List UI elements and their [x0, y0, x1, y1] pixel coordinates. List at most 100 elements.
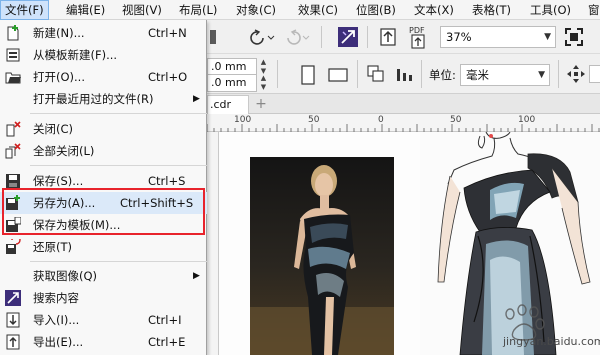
menu-effects[interactable]: 效果(C) — [294, 0, 342, 20]
close-all-icon — [5, 143, 21, 159]
full-screen-icon[interactable] — [563, 26, 585, 48]
menu-file[interactable]: 文件(F) — [0, 0, 49, 20]
nudge-field[interactable] — [589, 65, 600, 83]
menu-item-open-recent[interactable]: 打开最近用过的文件(R) ▶ — [0, 88, 207, 110]
watermark-text: jingyan.baidu.com — [503, 335, 600, 348]
menu-separator — [30, 165, 207, 166]
menu-item-new[interactable]: 新建(N)... Ctrl+N — [0, 22, 207, 44]
horizontal-ruler: 100 50 0 50 100 — [207, 114, 600, 132]
redo-icon[interactable] — [283, 26, 313, 48]
all-pages-icon[interactable] — [365, 63, 387, 85]
menu-item-label: 保存为模板(M)... — [33, 218, 121, 232]
menu-table[interactable]: 表格(T) — [468, 0, 515, 20]
menu-item-label: 关闭(C) — [33, 122, 74, 136]
nudge-distance-icon[interactable] — [565, 63, 587, 85]
search-content-icon — [5, 290, 21, 306]
menu-item-acquire-image[interactable]: 获取图像(Q) ▶ — [0, 265, 207, 287]
new-document-icon — [5, 25, 21, 41]
launcher-icon[interactable] — [337, 26, 359, 48]
menu-view[interactable]: 视图(V) — [118, 0, 166, 20]
save-as-icon — [5, 195, 21, 211]
close-document-icon — [5, 121, 21, 137]
import-icon[interactable] — [377, 26, 399, 48]
menu-item-save[interactable]: 保存(S)... Ctrl+S — [0, 170, 207, 192]
pdf-label: PDF — [409, 26, 425, 35]
menu-item-save-as-template[interactable]: 保存为模板(M)... — [0, 214, 207, 236]
toolbar-separator — [357, 60, 358, 88]
toolbar-overflow-icon[interactable] — [209, 26, 217, 48]
menu-item-shortcut: Ctrl+E — [148, 335, 186, 349]
menu-window[interactable]: 窗 — [584, 0, 600, 20]
toolbar-separator — [277, 60, 278, 88]
menu-item-close[interactable]: 关闭(C) — [0, 118, 207, 140]
submenu-arrow-icon: ▶ — [193, 271, 200, 281]
menu-item-close-all[interactable]: 全部关闭(L) — [0, 140, 207, 162]
zoom-level-combo[interactable]: 37% ▼ — [440, 26, 556, 48]
template-icon — [5, 47, 21, 63]
menu-item-label: 还原(T) — [33, 240, 72, 254]
menu-item-open[interactable]: 打开(O)... Ctrl+O — [0, 66, 207, 88]
ruler-label: 100 — [234, 115, 252, 125]
menu-item-label: 全部关闭(L) — [33, 144, 95, 158]
units-combo[interactable]: 毫米 ▼ — [460, 64, 550, 86]
save-icon — [5, 173, 21, 189]
ruler-label: 100 — [518, 115, 536, 125]
menu-separator — [30, 261, 207, 262]
portrait-icon[interactable] — [297, 64, 319, 86]
menu-edit[interactable]: 编辑(E) — [62, 0, 109, 20]
file-menu-dropdown: 新建(N)... Ctrl+N 从模板新建(F)... 打开(O)... Ctr… — [0, 20, 207, 355]
publish-pdf-icon[interactable]: PDF — [407, 23, 435, 51]
chevron-down-icon: ▼ — [538, 70, 545, 80]
ruler-label: 0 — [378, 115, 384, 125]
undo-icon[interactable] — [245, 26, 275, 48]
ruler-label: 50 — [308, 115, 320, 125]
units-value: 毫米 — [466, 68, 489, 82]
menu-item-shortcut: Ctrl+N — [148, 26, 187, 40]
menu-item-export[interactable]: 导出(E)... Ctrl+E — [0, 331, 207, 353]
zoom-level-value: 37% — [446, 30, 472, 44]
menu-item-shortcut: Ctrl+Shift+S — [120, 196, 194, 210]
menu-item-shortcut: Ctrl+O — [148, 70, 188, 84]
menu-separator — [30, 113, 207, 114]
document-tab-strip: .cdr + — [207, 94, 600, 114]
height-field[interactable]: .0 mm — [207, 74, 257, 92]
menu-item-new-from-template[interactable]: 从模板新建(F)... — [0, 44, 207, 66]
menu-item-label: 搜索内容 — [33, 291, 79, 305]
menu-item-label: 获取图像(Q) — [33, 269, 98, 283]
menu-item-label: 另存为(A)... — [33, 196, 96, 210]
toolbar-separator — [558, 60, 559, 88]
menu-layout[interactable]: 布局(L) — [175, 0, 221, 20]
add-tab-icon[interactable]: + — [253, 96, 269, 112]
save-template-icon — [5, 216, 22, 233]
height-spinner[interactable]: ▲ ▼ — [259, 74, 268, 92]
menu-item-label: 保存(S)... — [33, 174, 84, 188]
menu-item-label: 导出(E)... — [33, 335, 84, 349]
menu-item-revert[interactable]: 还原(T) — [0, 235, 207, 258]
menu-item-shortcut: Ctrl+S — [148, 174, 186, 188]
menu-bar: 文件(F) 编辑(E) 视图(V) 布局(L) 对象(C) 效果(C) 位图(B… — [0, 0, 600, 20]
menu-item-import[interactable]: 导入(I)... Ctrl+I — [0, 309, 207, 331]
menu-item-label: 导入(I)... — [33, 313, 80, 327]
units-label: 单位: — [429, 68, 456, 82]
standard-toolbar: PDF 37% ▼ — [207, 20, 600, 54]
vertical-ruler — [207, 132, 219, 355]
menu-object[interactable]: 对象(C) — [232, 0, 280, 20]
menu-tools[interactable]: 工具(O) — [526, 0, 575, 20]
menu-item-save-as[interactable]: 另存为(A)... Ctrl+Shift+S — [0, 192, 207, 214]
document-tab[interactable]: .cdr — [207, 95, 249, 114]
open-folder-icon — [5, 69, 21, 85]
import-icon — [5, 312, 21, 328]
menu-bitmaps[interactable]: 位图(B) — [352, 0, 400, 20]
menu-item-search-content[interactable]: 搜索内容 — [0, 287, 207, 309]
menu-item-label: 从模板新建(F)... — [33, 48, 118, 62]
menu-item-shortcut: Ctrl+I — [148, 313, 182, 327]
runway-photo[interactable] — [250, 157, 394, 355]
export-icon — [5, 334, 21, 350]
toolbar-separator — [321, 26, 322, 48]
current-page-icon[interactable] — [393, 63, 415, 85]
chevron-down-icon: ▼ — [544, 32, 551, 42]
toolbar-separator — [421, 60, 422, 88]
ruler-ticks — [207, 124, 600, 132]
landscape-icon[interactable] — [327, 64, 349, 86]
menu-text[interactable]: 文本(X) — [410, 0, 458, 20]
